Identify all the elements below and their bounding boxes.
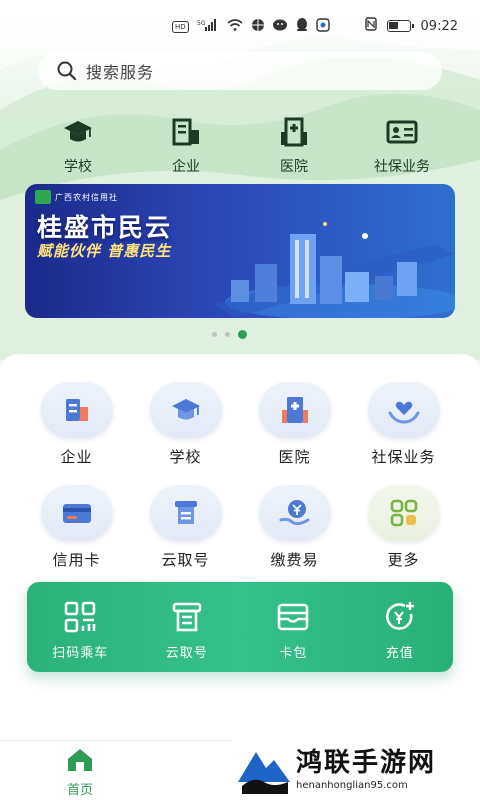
top-nav-label: 社保业务 (374, 159, 430, 175)
service-credit-card[interactable]: 信用卡 (22, 485, 131, 570)
wifi-icon (227, 19, 243, 35)
status-bar: HD 5G 09:22 (0, 12, 480, 40)
graduation-cap-icon (64, 121, 92, 142)
top-quick-nav: 学校 企业 医院 社保业务 (24, 116, 456, 176)
top-nav-social-security[interactable]: 社保业务 (348, 116, 456, 176)
top-nav-hospital[interactable]: 医院 (240, 116, 348, 176)
qq-icon (296, 18, 308, 36)
service-label: 云取号 (161, 551, 210, 569)
hospital-icon (281, 117, 307, 147)
bank-logo-icon (35, 190, 51, 204)
service-icon-wrap (367, 485, 440, 541)
yuan-payment-icon (279, 500, 309, 526)
top-nav-enterprise[interactable]: 企业 (132, 116, 240, 176)
service-icon-wrap (40, 382, 113, 438)
quick-label: 卡包 (279, 646, 308, 661)
banner-subtitle: 赋能伙伴 普惠民生 (37, 242, 172, 260)
hospital-icon (281, 397, 308, 423)
service-icon-wrap (149, 382, 222, 438)
carousel-dot[interactable] (225, 332, 230, 337)
status-right: 09:22 (364, 17, 458, 35)
top-nav-label: 学校 (64, 159, 92, 175)
basketball-icon (251, 18, 265, 36)
battery-icon (386, 20, 414, 32)
qr-scan-icon (64, 601, 96, 633)
city-illustration (215, 222, 455, 318)
service-more[interactable]: 更多 (349, 485, 458, 570)
graduation-cap-icon (171, 399, 200, 420)
quick-label: 云取号 (165, 646, 208, 661)
service-icon-wrap (258, 485, 331, 541)
service-icon-wrap (149, 485, 222, 541)
quick-recharge[interactable]: 充值 (347, 582, 454, 672)
svg-text:5G: 5G (197, 20, 206, 27)
shield-icon (315, 18, 330, 36)
promo-banner[interactable]: 广西农村信用社 桂盛市民云 赋能伙伴 普惠民生 (25, 184, 455, 318)
service-hospital[interactable]: 医院 (240, 382, 349, 467)
service-cloud-ticket[interactable]: 云取号 (131, 485, 240, 570)
top-nav-label: 企业 (172, 159, 200, 175)
ticket-machine-icon (172, 602, 202, 632)
yuan-plus-icon (385, 602, 414, 630)
carousel-dot[interactable] (212, 332, 217, 337)
service-icon-wrap (367, 382, 440, 438)
banner-title: 桂盛市民云 (37, 213, 173, 242)
building-icon (172, 118, 199, 146)
heart-hands-icon (388, 401, 419, 424)
credit-card-icon (62, 504, 91, 523)
service-icon-wrap (258, 382, 331, 438)
service-social-security[interactable]: 社保业务 (349, 382, 458, 467)
id-card-icon (386, 120, 418, 144)
quick-actions-card: 扫码乘车 云取号 卡包 充值 (27, 582, 453, 672)
service-label: 医院 (278, 448, 311, 466)
watermark-logo-icon (238, 752, 290, 794)
hero-background: HD 5G 09:22 搜索服务 学校 企业 医院 社保业务 广西农村信用社 桂… (0, 0, 480, 360)
quick-scan-ride[interactable]: 扫码乘车 (27, 582, 134, 672)
quick-label: 充值 (385, 646, 414, 661)
quick-card-wallet[interactable]: 卡包 (240, 582, 347, 672)
carousel-indicator[interactable] (212, 330, 247, 339)
search-placeholder: 搜索服务 (86, 63, 155, 82)
wallet-icon (277, 603, 309, 631)
watermark-title: 鸿联手游网 (296, 748, 437, 778)
service-label: 学校 (169, 448, 202, 466)
clock-text: 09:22 (420, 18, 458, 34)
status-icons: HD 5G (172, 18, 330, 36)
ticket-machine-icon (174, 501, 197, 524)
service-label: 信用卡 (52, 551, 101, 569)
building-icon (65, 399, 88, 421)
top-nav-school[interactable]: 学校 (24, 116, 132, 176)
quick-cloud-ticket[interactable]: 云取号 (134, 582, 241, 672)
hd-badge: HD (172, 21, 189, 33)
bank-logo-text: 广西农村信用社 (55, 192, 118, 202)
home-icon (68, 749, 92, 771)
service-label: 缴费易 (270, 551, 319, 569)
bank-logo: 广西农村信用社 (35, 190, 118, 204)
service-grid: 企业 学校 医院 社保业务 信用卡 云取号 缴费易 更多 (22, 382, 458, 570)
tab-home[interactable]: 首页 (50, 747, 110, 798)
service-label: 企业 (60, 448, 93, 466)
service-icon-wrap (40, 485, 113, 541)
wechat-icon (272, 19, 288, 36)
nfc-icon (364, 17, 377, 35)
more-grid-icon (390, 499, 417, 527)
service-school[interactable]: 学校 (131, 382, 240, 467)
top-nav-label: 医院 (280, 159, 308, 175)
watermark-url: henanhonglian95.com (296, 780, 408, 791)
search-bar[interactable]: 搜索服务 (38, 52, 442, 90)
service-label: 社保业务 (371, 448, 436, 466)
site-watermark: 鸿联手游网 henanhonglian95.com (232, 740, 480, 800)
tab-home-label: 首页 (66, 783, 93, 798)
service-enterprise[interactable]: 企业 (22, 382, 131, 467)
service-label: 更多 (387, 551, 420, 569)
search-icon (57, 61, 77, 81)
carousel-dot-active[interactable] (238, 330, 247, 339)
service-easy-pay[interactable]: 缴费易 (240, 485, 349, 570)
signal-icon: 5G (197, 19, 219, 35)
quick-label: 扫码乘车 (52, 646, 109, 661)
